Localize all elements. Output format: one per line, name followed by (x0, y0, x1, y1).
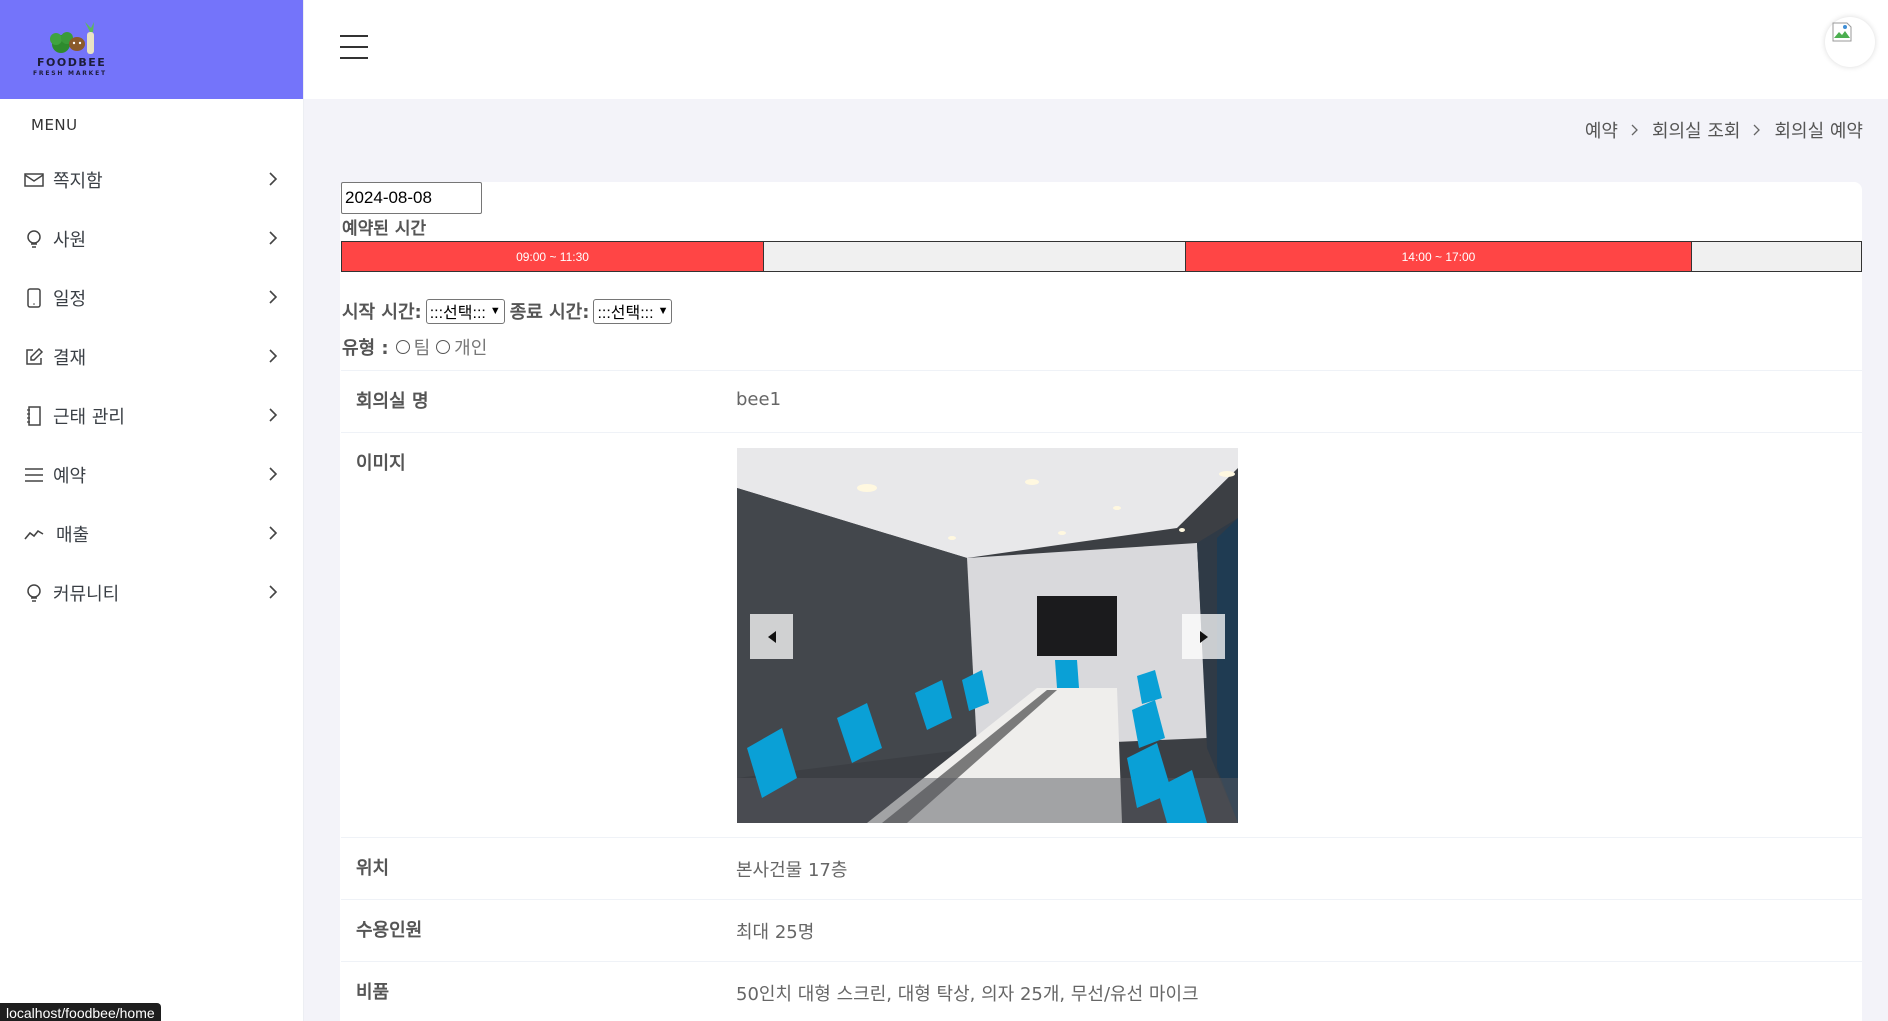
breadcrumb-item[interactable]: 회의실 조회 (1652, 117, 1741, 143)
date-input[interactable]: 2024-08-08 (341, 182, 482, 214)
radio-individual[interactable] (436, 340, 451, 354)
slider-next-button[interactable] (1182, 614, 1225, 659)
start-time-select[interactable]: :::선택::: ▼ (425, 298, 505, 324)
radio-individual-label[interactable]: 개인 (454, 334, 487, 360)
start-time-label: 시작 시간: (342, 302, 422, 323)
reservation-card: 2024-08-08 예약된 시간 09:00 ~ 11:30 14:00 ~ … (340, 182, 1862, 1021)
chevron-right-icon (269, 172, 278, 186)
sidebar-item-community[interactable]: 커뮤니티 (0, 563, 303, 622)
topbar (304, 0, 1888, 99)
table-row: 위치 본사건물 17층 (341, 837, 1862, 899)
tablet-icon (24, 287, 44, 308)
room-image-slider (737, 448, 1238, 823)
start-time-value: :::선택::: (429, 305, 486, 322)
breadcrumb-item[interactable]: 예약 (1585, 117, 1618, 143)
end-time-label: 종료 시간: (509, 302, 590, 323)
type-label: 유형 : (342, 338, 389, 359)
chevron-right-icon (269, 585, 278, 599)
list-icon (24, 465, 44, 485)
timeline-slot-booked: 14:00 ~ 17:00 (1186, 242, 1691, 271)
sidebar-item-label: 예약 (53, 465, 87, 487)
hamburger-menu-icon[interactable] (340, 35, 370, 59)
triangle-left-icon (767, 630, 776, 643)
capacity-label: 수용인원 (356, 920, 423, 941)
sidebar-item-approval[interactable]: 결재 (0, 327, 303, 386)
reserved-timeline: 09:00 ~ 11:30 14:00 ~ 17:00 (341, 241, 1862, 272)
room-image-label: 이미지 (356, 453, 406, 474)
chevron-right-icon (269, 526, 278, 540)
sidebar-item-label: 쪽지함 (53, 170, 103, 192)
meeting-room-photo (737, 448, 1238, 823)
table-row: 이미지 (341, 432, 1862, 837)
room-name-value: bee1 (736, 389, 782, 410)
radio-team[interactable] (395, 340, 410, 354)
equipment-label: 비품 (356, 982, 390, 1003)
end-time-select[interactable]: :::선택::: ▼ (593, 298, 673, 324)
slider-prev-button[interactable] (750, 614, 793, 659)
radio-team-label[interactable]: 팀 (414, 334, 431, 360)
table-row: 비품 50인치 대형 스크린, 대형 탁상, 의자 25개, 무선/유선 마이크 (341, 961, 1862, 1021)
sidebar-item-employees[interactable]: 사원 (0, 209, 303, 268)
capacity-value: 최대 25명 (736, 922, 815, 943)
sidebar-item-label: 사원 (53, 229, 87, 251)
chevron-down-icon: ▼ (489, 305, 501, 317)
sidebar-item-messages[interactable]: 쪽지함 (0, 150, 303, 209)
timeline-slot-booked: 09:00 ~ 11:30 (342, 242, 763, 271)
triangle-right-icon (1199, 630, 1208, 643)
broken-image-icon (1832, 22, 1852, 42)
mail-icon (24, 170, 44, 190)
breadcrumb: 예약 회의실 조회 회의실 예약 (1585, 117, 1863, 143)
equipment-value: 50인치 대형 스크린, 대형 탁상, 의자 25개, 무선/유선 마이크 (736, 984, 1199, 1005)
chevron-right-icon (1753, 124, 1761, 136)
chevron-right-icon (269, 349, 278, 363)
chevron-right-icon (269, 408, 278, 422)
browser-status-bar: localhost/foodbee/home (0, 1003, 161, 1021)
vegetable-logo-icon (50, 21, 94, 54)
trend-icon (24, 524, 44, 544)
type-radio-row: 유형 : 팀 개인 (342, 334, 487, 360)
brand-tagline: FRESH MARKET (33, 69, 107, 77)
chevron-right-icon (269, 467, 278, 481)
table-row: 회의실 명 bee1 (341, 370, 1862, 432)
notebook-icon (24, 405, 44, 426)
lightbulb-icon (24, 229, 44, 249)
lightbulb-icon (24, 583, 44, 603)
menu-title: MENU (31, 116, 78, 134)
sidebar-item-label: 일정 (53, 288, 87, 310)
time-select-row: 시작 시간: :::선택::: ▼ 종료 시간: :::선택::: ▼ (342, 298, 677, 324)
sidebar-item-label: 근태 관리 (53, 406, 125, 428)
location-value: 본사건물 17층 (736, 860, 848, 881)
chevron-right-icon (1631, 124, 1639, 136)
sidebar-item-attendance[interactable]: 근태 관리 (0, 386, 303, 445)
sidebar-item-label: 커뮤니티 (53, 583, 120, 605)
logo-area[interactable]: FOODBEE FRESH MARKET (0, 0, 303, 99)
timeline-slot-free (1691, 242, 1861, 271)
chevron-down-icon: ▼ (657, 305, 669, 317)
room-name-label: 회의실 명 (356, 391, 429, 412)
avatar[interactable] (1825, 17, 1875, 67)
chevron-right-icon (269, 290, 278, 304)
edit-icon (24, 347, 44, 367)
foodbee-logo[interactable]: FOODBEE FRESH MARKET (33, 20, 121, 80)
sidebar-item-sales[interactable]: 매출 (0, 504, 303, 563)
sidebar: FOODBEE FRESH MARKET MENU 쪽지함 사원 일정 결재 근… (0, 0, 304, 1021)
breadcrumb-item-current: 회의실 예약 (1774, 121, 1863, 142)
reserved-time-label: 예약된 시간 (342, 219, 427, 239)
sidebar-item-label: 매출 (56, 524, 90, 546)
brand-name: FOODBEE (37, 55, 107, 69)
chevron-right-icon (269, 231, 278, 245)
table-row: 수용인원 최대 25명 (341, 899, 1862, 961)
sidebar-item-label: 결재 (53, 347, 87, 369)
timeline-slot-free (763, 242, 1186, 271)
location-label: 위치 (356, 858, 390, 879)
sidebar-item-reservation[interactable]: 예약 (0, 445, 303, 504)
sidebar-item-schedule[interactable]: 일정 (0, 268, 303, 327)
end-time-value: :::선택::: (597, 305, 654, 322)
